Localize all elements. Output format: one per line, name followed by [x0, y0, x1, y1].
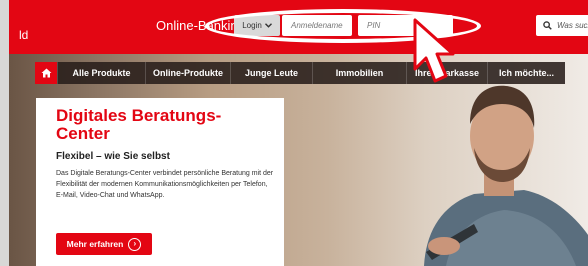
more-info-label: Mehr erfahren — [66, 239, 124, 249]
search-placeholder: Was such — [557, 21, 588, 30]
nav-item-ich-moechte[interactable]: Ich möchte... — [487, 62, 565, 84]
search-icon — [543, 21, 552, 30]
main-navigation: Alle Produkte Online-Produkte Junge Leut… — [35, 62, 565, 84]
promo-description: Das Digitale Beratungs-Center verbindet … — [56, 170, 274, 199]
more-info-button[interactable]: Mehr erfahren › — [56, 233, 152, 255]
nav-item-alle-produkte[interactable]: Alle Produkte — [57, 62, 145, 84]
promo-card: Digitales Beratungs-Center Flexibel – wi… — [36, 98, 284, 266]
nav-item-immobilien[interactable]: Immobilien — [312, 62, 406, 84]
nav-item-online-produkte[interactable]: Online-Produkte — [145, 62, 230, 84]
home-button[interactable] — [35, 62, 57, 84]
promo-subtitle: Flexibel – wie Sie selbst — [56, 151, 170, 162]
brand-text: ld — [19, 28, 29, 42]
search-input[interactable]: Was such — [536, 15, 588, 36]
nav-item-junge-leute[interactable]: Junge Leute — [230, 62, 312, 84]
cursor-icon — [413, 18, 455, 83]
promo-title: Digitales Beratungs-Center — [56, 106, 222, 143]
browser-screenshot: ld Online-Banking Login Anmeldename PIN … — [9, 0, 588, 266]
arrow-right-icon: › — [128, 237, 142, 251]
home-icon — [41, 68, 51, 78]
